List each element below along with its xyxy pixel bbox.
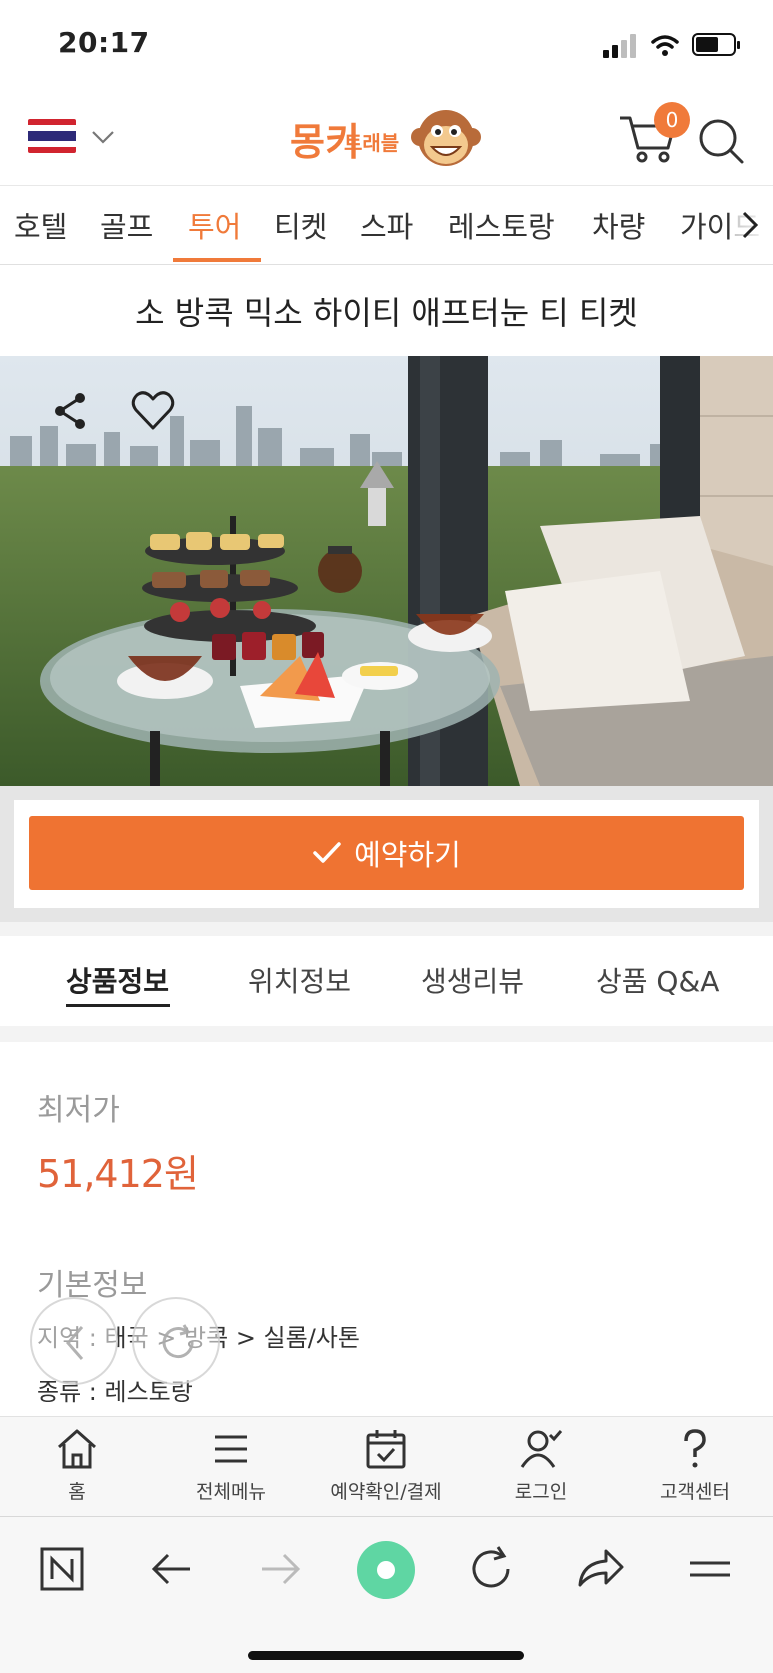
battery-icon [692,33,740,56]
basic-info-label: 기본정보 [37,1268,148,1303]
product-image[interactable] [0,356,773,786]
bottom-nav-login[interactable]: 로그인 [471,1427,611,1513]
share-icon[interactable] [46,386,96,436]
section-divider [0,922,773,936]
monkey-logo-icon [411,110,481,166]
menu-icon [215,1435,247,1463]
tab-qna[interactable]: 상품 Q&A [596,960,719,1000]
back-arrow-icon[interactable] [142,1539,202,1599]
category-golf[interactable]: 골프 [100,204,153,246]
bottom-nav-label: 로그인 [514,1481,568,1503]
tab-location[interactable]: 위치정보 [248,960,351,1000]
book-button-label: 예약하기 [354,838,461,872]
bottom-nav-label: 홈 [68,1481,86,1503]
search-icon[interactable] [696,116,746,166]
forward-arrow-icon[interactable] [250,1539,310,1599]
tab-reviews[interactable]: 생생리뷰 [421,960,524,1000]
question-icon [684,1429,706,1468]
checkmark-icon [313,842,341,863]
bottom-nav: 홈 전체메뉴 예약확인/결제 로그인 고객센터 [0,1416,773,1516]
browser-toolbar [0,1516,773,1673]
logo-subtext: 트래블 [344,131,400,155]
book-button[interactable]: 예약하기 [29,816,744,890]
booking-area: 예약하기 [0,786,773,922]
afternoon-tea-photo [0,356,773,786]
bottom-nav-home[interactable]: 홈 [7,1427,147,1513]
floating-back-button[interactable] [30,1297,118,1385]
bottom-nav-booking[interactable]: 예약확인/결제 [316,1427,456,1513]
browser-home-dot [377,1561,395,1579]
reload-icon[interactable] [462,1539,522,1599]
product-title: 소 방콕 믹소 하이티 애프터눈 티 티켓 [135,294,638,332]
bottom-nav-support[interactable]: 고객센터 [625,1427,765,1513]
section-divider [0,1026,773,1042]
cart-count-badge: 0 [654,102,690,138]
home-icon [58,1429,96,1469]
bottom-nav-menu[interactable]: 전체메뉴 [161,1427,301,1513]
thai-flag-icon[interactable] [28,119,76,153]
browser-home-button[interactable] [357,1541,415,1599]
category-hotel[interactable]: 호텔 [14,204,67,246]
category-tour[interactable]: 투어 [188,204,241,246]
category-spa[interactable]: 스파 [360,204,413,246]
category-nav: 호텔 골프 투어 티켓 스파 레스토랑 차량 가이드 [0,185,773,265]
home-indicator [248,1651,524,1660]
status-icons [603,33,740,58]
chevron-right-icon [742,211,759,239]
bottom-nav-label: 예약확인/결제 [330,1481,442,1503]
category-scroll-right[interactable] [730,186,773,264]
tab-product-info[interactable]: 상품정보 [66,960,169,1000]
calendar-check-icon [366,1430,406,1469]
wifi-icon [651,35,679,56]
bottom-nav-label: 전체메뉴 [196,1481,266,1503]
lowest-price-label: 최저가 [37,1093,120,1128]
chevron-down-icon[interactable] [92,130,114,144]
signal-icon [603,34,636,58]
header: 몽키 트래블 0 [0,90,773,185]
product-tabs: 상품정보 위치정보 생생리뷰 상품 Q&A [0,936,773,1026]
user-check-icon [520,1430,563,1468]
hamburger-icon[interactable] [680,1539,740,1599]
booking-panel: 예약하기 [14,800,759,908]
lowest-price: 51,412원 [37,1152,199,1196]
category-vehicle[interactable]: 차량 [592,204,645,246]
share-arrow-icon[interactable] [570,1539,630,1599]
category-restaurant[interactable]: 레스토랑 [448,204,555,246]
refresh-icon [162,1324,194,1359]
naver-n-icon[interactable] [34,1539,94,1599]
logo[interactable]: 몽키 트래블 [290,105,490,171]
status-time: 20:17 [58,26,150,59]
heart-icon[interactable] [128,386,178,436]
floating-refresh-button[interactable] [132,1297,220,1385]
chevron-left-icon [66,1326,84,1360]
active-tab-indicator [66,1004,170,1007]
active-category-indicator [173,258,261,262]
bottom-nav-label: 고객센터 [660,1481,730,1503]
category-ticket[interactable]: 티켓 [274,204,327,246]
